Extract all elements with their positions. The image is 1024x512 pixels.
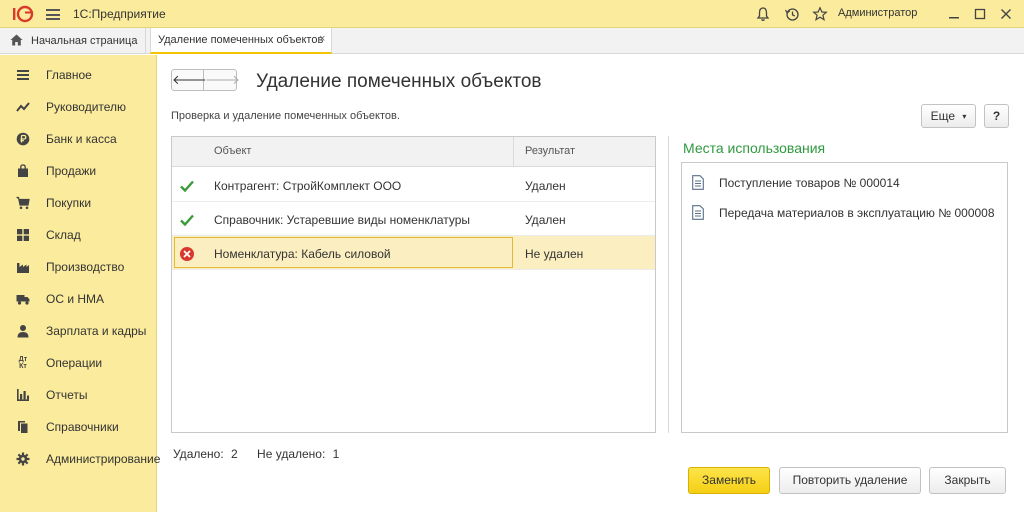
ruble-coin-icon — [16, 132, 30, 146]
more-button[interactable]: Еще ▾ — [921, 104, 976, 128]
sidebar-item-sales[interactable]: Продажи — [0, 158, 157, 186]
row-result: Не удален — [525, 247, 584, 261]
objects-table: Объект Результат Контрагент: СтройКомпле… — [171, 136, 656, 433]
tab-delete-marked[interactable]: Удаление помеченных объектов × — [150, 28, 332, 54]
list-item[interactable]: Передача материалов в эксплуатацию № 000… — [692, 203, 1002, 223]
maximize-icon[interactable] — [972, 6, 988, 22]
back-button[interactable]: 🡐 — [172, 70, 207, 90]
page-title: Удаление помеченных объектов — [256, 71, 542, 92]
check-icon — [180, 214, 194, 227]
bag-icon — [16, 164, 30, 178]
user-name[interactable]: Администратор — [838, 7, 917, 19]
row-result: Удален — [525, 179, 566, 193]
error-circle-icon — [180, 247, 194, 261]
cart-icon — [16, 196, 30, 210]
chart-line-icon — [16, 100, 30, 114]
table-row[interactable]: Справочник: Устаревшие виды номенклатуры… — [172, 202, 655, 236]
check-icon — [180, 180, 194, 193]
tab-active-label: Удаление помеченных объектов — [158, 34, 324, 46]
list-item[interactable]: Поступление товаров № 000014 — [692, 173, 1002, 193]
tab-home[interactable]: Начальная страница — [0, 28, 146, 53]
logo-1c-icon[interactable] — [10, 5, 34, 23]
usage-list: Поступление товаров № 000014 Передача ма… — [681, 162, 1008, 433]
truck-icon — [16, 292, 30, 306]
table-header: Объект Результат — [172, 137, 655, 167]
sidebar-item-catalogs[interactable]: Справочники — [0, 414, 157, 442]
sidebar-item-purchases[interactable]: Покупки — [0, 190, 157, 218]
help-button[interactable]: ? — [984, 104, 1009, 128]
deletion-counts: Удалено: 2 Не удалено: 1 — [173, 447, 343, 461]
table-row[interactable]: Контрагент: СтройКомплект ООО Удален — [172, 168, 655, 202]
sidebar-item-operations[interactable]: Дт Кт Операции — [0, 350, 157, 378]
usage-title: Места использования — [683, 140, 826, 156]
row-object: Справочник: Устаревшие виды номенклатуры — [214, 213, 471, 227]
star-icon[interactable] — [812, 6, 828, 22]
person-icon — [16, 324, 30, 338]
chevron-down-icon: ▾ — [962, 112, 967, 121]
deleted-count: 2 — [231, 447, 238, 461]
tab-close-icon[interactable]: × — [319, 33, 325, 45]
title-bar: 1С:Предприятие Администратор — [0, 0, 1024, 28]
tab-home-label: Начальная страница — [31, 35, 138, 47]
retry-delete-button[interactable]: Повторить удаление — [779, 467, 921, 494]
sidebar-item-fixed-assets[interactable]: ОС и НМА — [0, 286, 157, 314]
replace-button[interactable]: Заменить — [688, 467, 770, 494]
history-icon[interactable] — [784, 6, 800, 22]
tab-bar: Начальная страница Удаление помеченных о… — [0, 28, 1024, 54]
sidebar-item-administration[interactable]: Администрирование — [0, 446, 160, 474]
row-object: Контрагент: СтройКомплект ООО — [214, 179, 402, 193]
menu-icon[interactable] — [46, 9, 60, 20]
factory-icon — [16, 260, 30, 274]
bar-chart-icon — [16, 388, 30, 402]
menu-lines-icon — [16, 68, 30, 82]
document-icon — [692, 175, 704, 190]
minimize-icon[interactable] — [946, 6, 962, 22]
column-header-result[interactable]: Результат — [525, 145, 575, 157]
home-icon — [10, 34, 23, 46]
sidebar-item-warehouse[interactable]: Склад — [0, 222, 157, 250]
sidebar-item-manager[interactable]: Руководителю — [0, 94, 157, 122]
sidebar: Главное Руководителю Банк и касса Продаж… — [0, 55, 160, 512]
not-deleted-count: 1 — [332, 447, 340, 461]
deleted-label: Удалено: — [173, 447, 224, 461]
panel-splitter[interactable] — [668, 136, 669, 433]
bell-icon[interactable] — [755, 6, 771, 22]
sidebar-item-salary[interactable]: Зарплата и кадры — [0, 318, 157, 346]
close-icon[interactable] — [998, 6, 1014, 22]
app-title: 1С:Предприятие — [73, 7, 166, 21]
column-header-object[interactable]: Объект — [214, 145, 251, 157]
sidebar-item-reports[interactable]: Отчеты — [0, 382, 157, 410]
table-row-selected[interactable]: Номенклатура: Кабель силовой Не удален — [172, 236, 655, 270]
row-result: Удален — [525, 213, 566, 227]
sidebar-item-bank[interactable]: Банк и касса — [0, 126, 157, 154]
close-button[interactable]: Закрыть — [929, 467, 1006, 494]
document-icon — [692, 205, 704, 220]
forward-button[interactable]: 🡒 — [205, 70, 240, 90]
more-button-label: Еще — [930, 109, 956, 123]
sidebar-item-main[interactable]: Главное — [0, 62, 157, 90]
gear-icon — [16, 452, 30, 466]
page-description: Проверка и удаление помеченных объектов. — [171, 110, 400, 122]
warehouse-grid-icon — [16, 228, 30, 242]
debit-credit-icon: Дт Кт — [18, 356, 28, 370]
not-deleted-label: Не удалено: — [257, 447, 326, 461]
row-object: Номенклатура: Кабель силовой — [214, 247, 391, 261]
navigation-buttons: 🡐 🡒 — [171, 69, 240, 91]
sidebar-item-production[interactable]: Производство — [0, 254, 157, 282]
books-icon — [16, 420, 30, 434]
